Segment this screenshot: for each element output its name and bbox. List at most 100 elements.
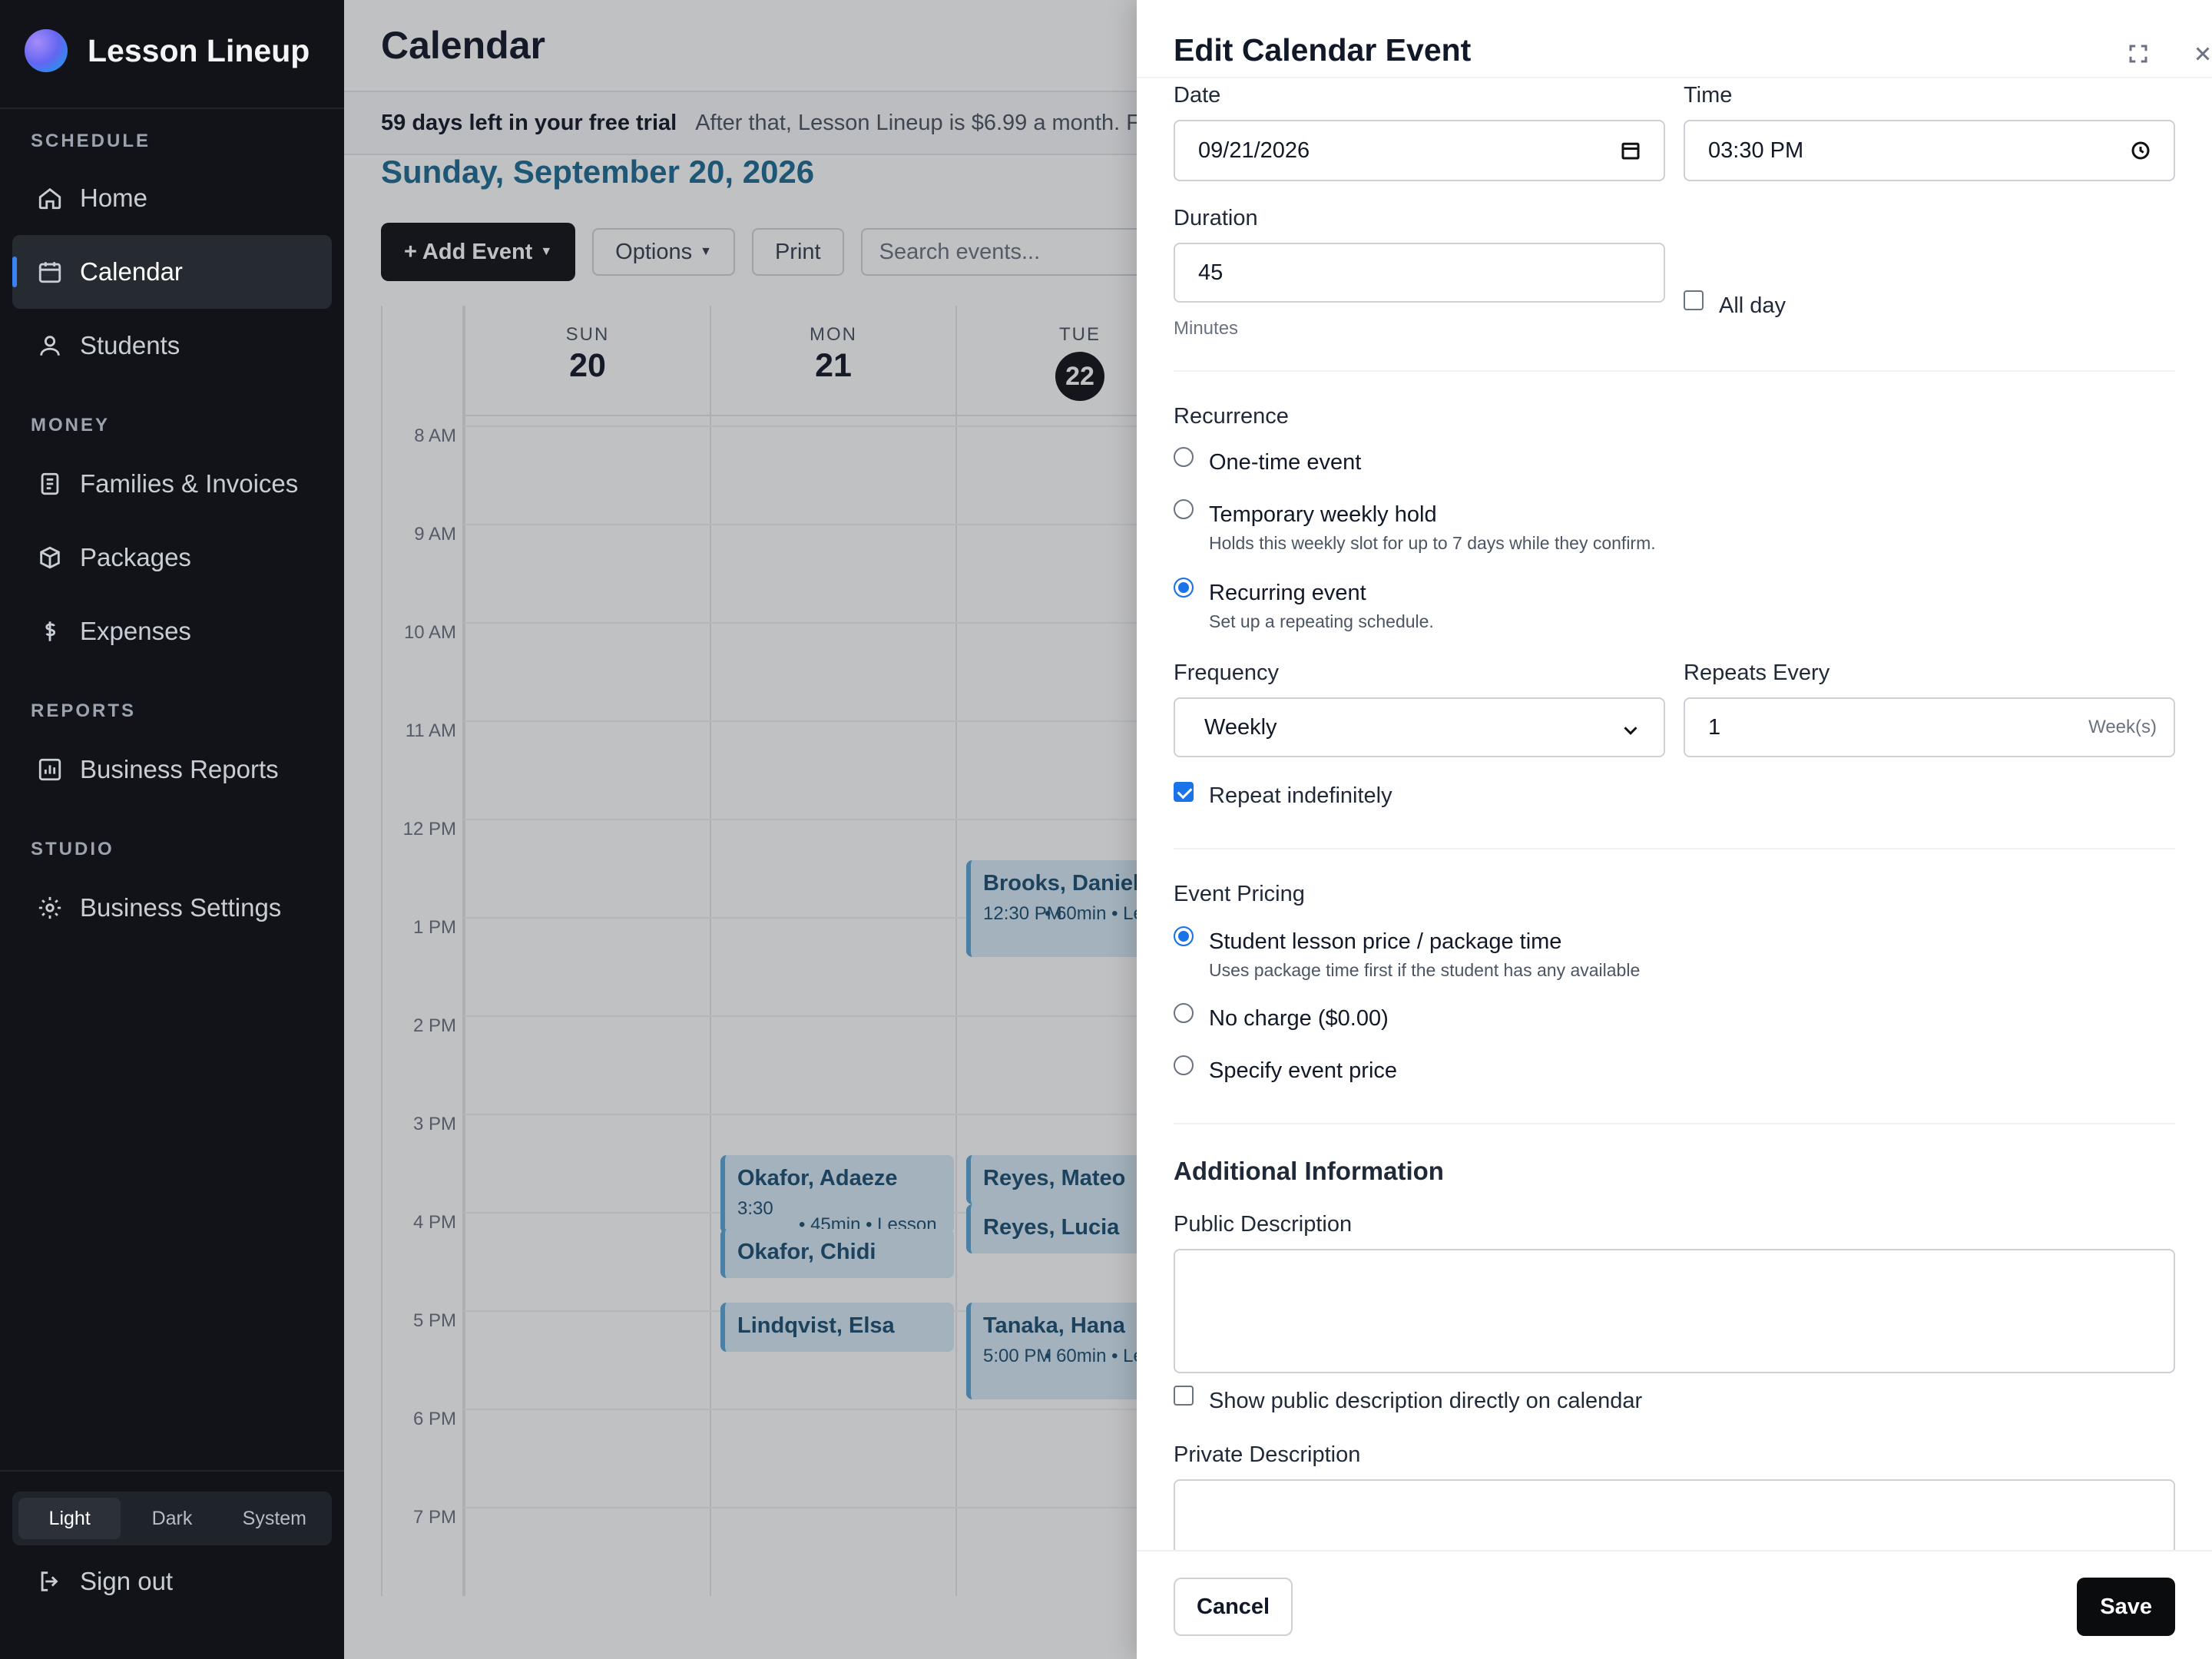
divider bbox=[1174, 1123, 2175, 1124]
section-label-money: MONEY bbox=[31, 415, 111, 435]
date-input[interactable]: 09/21/2026 bbox=[1174, 120, 1665, 181]
clock-icon[interactable] bbox=[2129, 139, 2152, 162]
theme-light-button[interactable]: Light bbox=[18, 1498, 121, 1539]
recurring-label: Recurring event bbox=[1209, 581, 1366, 605]
repeats-unit: Week(s) bbox=[2088, 717, 2157, 737]
time-value: 03:30 PM bbox=[1708, 137, 1804, 163]
private-description-label: Private Description bbox=[1174, 1442, 1361, 1467]
one-time-label: One-time event bbox=[1209, 450, 1362, 475]
invoice-icon bbox=[41, 472, 59, 495]
divider bbox=[0, 108, 344, 109]
time-input[interactable]: 03:30 PM bbox=[1684, 120, 2175, 181]
student-price-label: Student lesson price / package time bbox=[1209, 929, 1562, 954]
sidebar-item-label: Packages bbox=[80, 543, 191, 571]
section-label-studio: STUDIO bbox=[31, 839, 114, 859]
sign-out-button[interactable]: Sign out bbox=[37, 1567, 173, 1596]
package-icon bbox=[40, 546, 60, 569]
duration-value: 45 bbox=[1198, 260, 1224, 285]
logout-icon bbox=[41, 1571, 58, 1591]
sidebar-item-label: Families & Invoices bbox=[80, 469, 299, 498]
sidebar-item-expenses[interactable]: Expenses bbox=[12, 594, 332, 668]
app-name: Lesson Lineup bbox=[88, 32, 310, 68]
modal-backdrop[interactable] bbox=[344, 0, 1137, 1659]
section-label-schedule: SCHEDULE bbox=[31, 131, 151, 151]
no-charge-label: No charge ($0.00) bbox=[1209, 1006, 1389, 1031]
repeats-every-label: Repeats Every bbox=[1684, 661, 1830, 685]
repeats-every-value: 1 bbox=[1708, 714, 1721, 740]
divider bbox=[1174, 370, 2175, 372]
duration-input[interactable]: 45 bbox=[1174, 243, 1665, 303]
chart-icon bbox=[38, 758, 61, 781]
show-public-label: Show public description directly on cale… bbox=[1209, 1389, 1643, 1413]
theme-switcher: Light Dark System bbox=[12, 1492, 332, 1545]
sidebar-item-families-invoices[interactable]: Families & Invoices bbox=[12, 447, 332, 521]
chevron-down-icon bbox=[1624, 727, 1637, 735]
student-price-sub: Uses package time first if the student h… bbox=[1209, 960, 1641, 980]
sidebar-item-packages[interactable]: Packages bbox=[12, 521, 332, 594]
dollar-icon bbox=[45, 621, 56, 641]
close-button[interactable] bbox=[2186, 37, 2212, 71]
sidebar-item-label: Expenses bbox=[80, 617, 191, 645]
brand[interactable]: Lesson Lineup bbox=[25, 29, 310, 72]
temporary-hold-label: Temporary weekly hold bbox=[1209, 502, 1437, 527]
sidebar-item-business-reports[interactable]: Business Reports bbox=[12, 733, 332, 806]
temporary-hold-sub: Holds this weekly slot for up to 7 days … bbox=[1209, 533, 1656, 553]
time-label: Time bbox=[1684, 83, 1733, 108]
all-day-checkbox[interactable] bbox=[1684, 290, 1704, 310]
gear-icon bbox=[38, 896, 61, 919]
repeat-indefinitely-label: Repeat indefinitely bbox=[1209, 783, 1392, 808]
one-time-radio[interactable] bbox=[1174, 447, 1194, 467]
sidebar-item-home[interactable]: Home bbox=[12, 161, 332, 235]
all-day-label: All day bbox=[1719, 293, 1786, 318]
sidebar-item-label: Calendar bbox=[80, 257, 183, 286]
theme-dark-button[interactable]: Dark bbox=[121, 1498, 223, 1539]
sidebar-item-business-settings[interactable]: Business Settings bbox=[12, 871, 332, 945]
divider bbox=[1137, 77, 2212, 78]
save-button[interactable]: Save bbox=[2077, 1578, 2175, 1636]
sidebar: Lesson Lineup SCHEDULE Home Calendar Stu… bbox=[0, 0, 344, 1659]
theme-system-button[interactable]: System bbox=[224, 1498, 326, 1539]
user-icon bbox=[40, 336, 60, 356]
section-label-reports: REPORTS bbox=[31, 700, 137, 721]
home-icon bbox=[38, 187, 61, 210]
sidebar-item-label: Business Settings bbox=[80, 893, 282, 922]
repeat-indefinitely-checkbox[interactable] bbox=[1174, 782, 1194, 802]
app-logo bbox=[25, 29, 68, 72]
recurring-sub: Set up a repeating schedule. bbox=[1209, 611, 1434, 631]
specify-price-label: Specify event price bbox=[1209, 1058, 1398, 1083]
specify-price-radio[interactable] bbox=[1174, 1055, 1194, 1075]
no-charge-radio[interactable] bbox=[1174, 1003, 1194, 1023]
public-description-label: Public Description bbox=[1174, 1212, 1353, 1237]
additional-info-title: Additional Information bbox=[1174, 1157, 1444, 1185]
date-label: Date bbox=[1174, 83, 1221, 108]
expand-icon bbox=[2129, 45, 2147, 63]
duration-label: Duration bbox=[1174, 206, 1258, 230]
public-description-textarea[interactable] bbox=[1174, 1249, 2175, 1373]
temporary-hold-radio[interactable] bbox=[1174, 499, 1194, 519]
divider bbox=[0, 1470, 344, 1472]
pricing-title: Event Pricing bbox=[1174, 882, 1305, 906]
close-icon bbox=[2196, 47, 2210, 61]
repeats-every-input[interactable]: 1 Week(s) bbox=[1684, 697, 2175, 757]
sidebar-item-label: Home bbox=[80, 184, 148, 212]
date-value: 09/21/2026 bbox=[1198, 137, 1310, 163]
frequency-select[interactable]: Weekly bbox=[1174, 697, 1665, 757]
edit-event-drawer: Edit Calendar Event Date 09/21/2026 Time… bbox=[1137, 0, 2212, 1659]
drawer-footer: Cancel Save bbox=[1137, 1550, 2212, 1659]
show-public-checkbox[interactable] bbox=[1174, 1386, 1194, 1406]
cancel-button[interactable]: Cancel bbox=[1174, 1578, 1293, 1636]
recurring-radio[interactable] bbox=[1174, 578, 1194, 598]
calendar-icon[interactable] bbox=[1619, 139, 1642, 162]
divider bbox=[1174, 848, 2175, 849]
sidebar-item-label: Business Reports bbox=[80, 755, 279, 783]
sidebar-item-label: Students bbox=[80, 331, 180, 359]
drawer-title: Edit Calendar Event bbox=[1174, 32, 1472, 68]
student-price-radio[interactable] bbox=[1174, 926, 1194, 946]
sidebar-item-calendar[interactable]: Calendar bbox=[12, 235, 332, 309]
sign-out-label: Sign out bbox=[80, 1567, 174, 1595]
expand-button[interactable] bbox=[2121, 37, 2155, 71]
frequency-label: Frequency bbox=[1174, 661, 1280, 685]
duration-unit-hint: Minutes bbox=[1174, 318, 1239, 339]
sidebar-item-students[interactable]: Students bbox=[12, 309, 332, 382]
frequency-value: Weekly bbox=[1204, 714, 1277, 740]
